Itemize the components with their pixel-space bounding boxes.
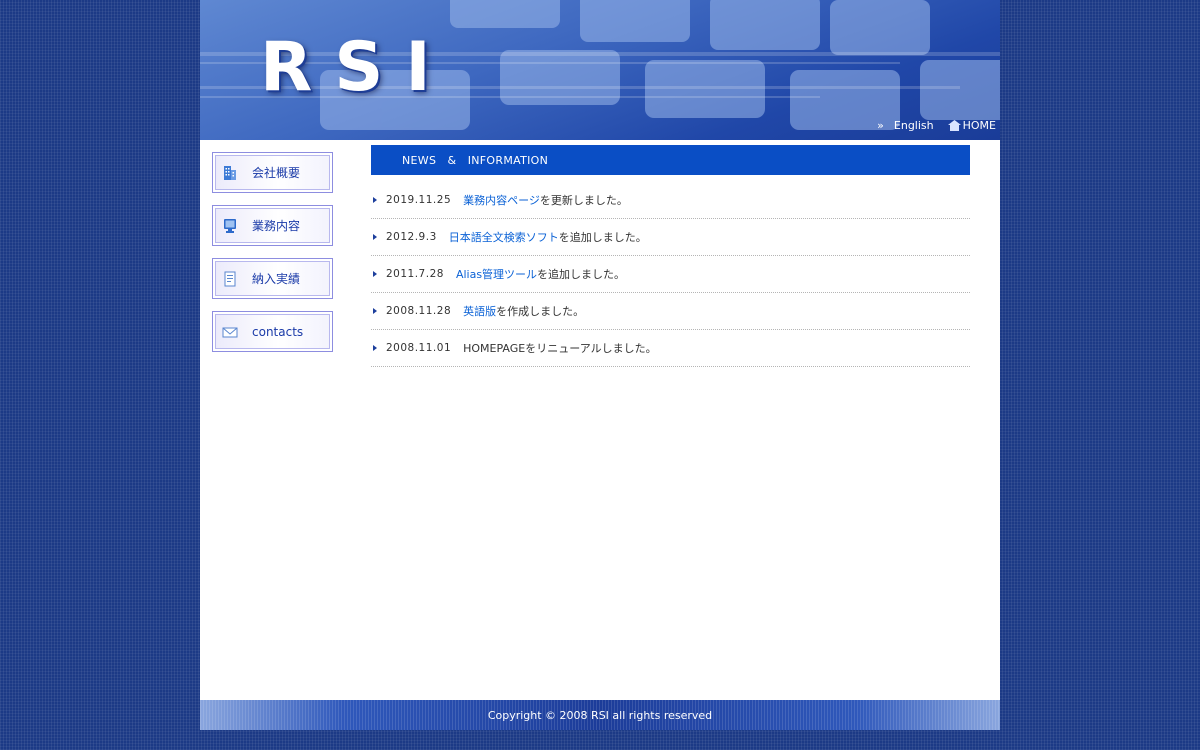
news-text: を更新しました。 [539, 194, 628, 207]
nav-label: 納入実績 [252, 272, 301, 286]
header-banner: RSI » English HOME [200, 0, 1000, 140]
triangle-bullet-icon [373, 345, 377, 351]
triangle-bullet-icon [373, 234, 377, 240]
news-section: NEWS & INFORMATION 2019.11.25 業務内容ページ を更… [371, 145, 970, 367]
news-list: 2019.11.25 業務内容ページ を更新しました。 2012.9.3 日本語… [371, 182, 970, 367]
news-link[interactable]: 日本語全文検索ソフト [449, 229, 559, 245]
news-date: 2019.11.25 [386, 194, 452, 206]
nav-business-inner: 業務内容 [215, 208, 330, 243]
news-text: を追加しました。 [537, 268, 626, 281]
news-item: 2019.11.25 業務内容ページ を更新しました。 [371, 182, 970, 219]
nav-company-profile[interactable]: 会社概要 [212, 152, 333, 193]
double-chevron-icon: » [877, 119, 884, 132]
copyright-text: Copyright © 2008 RSI all rights reserved [487, 708, 713, 722]
news-header: NEWS & INFORMATION [371, 145, 970, 175]
news-item: 2011.7.28 Alias管理ツール を追加しました。 [371, 256, 970, 293]
top-links: » English HOME [877, 119, 996, 132]
nav-delivery-record[interactable]: 納入実績 [212, 258, 333, 299]
footer: Copyright © 2008 RSI all rights reserved [200, 700, 1000, 730]
rsi-logo: RSI [260, 28, 453, 107]
news-item: 2012.9.3 日本語全文検索ソフト を追加しました。 [371, 219, 970, 256]
news-date: 2011.7.28 [386, 268, 444, 280]
home-link[interactable]: HOME [934, 119, 996, 132]
envelope-icon [222, 327, 238, 337]
home-icon [947, 120, 961, 131]
nav-label: 業務内容 [252, 219, 301, 233]
home-link-label: HOME [962, 119, 996, 132]
news-date: 2008.11.28 [386, 305, 452, 317]
building-icon [224, 165, 236, 180]
monitor-icon [224, 218, 236, 233]
triangle-bullet-icon [373, 308, 377, 314]
triangle-bullet-icon [373, 197, 377, 203]
nav-contacts-inner: contacts [215, 314, 330, 349]
news-date: 2008.11.01 [386, 342, 452, 354]
document-icon [224, 271, 236, 286]
news-date: 2012.9.3 [386, 231, 437, 243]
news-text: HOMEPAGEをリニューアルしました。 [463, 342, 657, 355]
news-link[interactable]: Alias管理ツール [456, 266, 537, 282]
nav-business[interactable]: 業務内容 [212, 205, 333, 246]
page-container: RSI » English HOME 会社概要 業務内容 納入実績 contac… [200, 0, 1000, 750]
nav-label: contacts [252, 324, 304, 339]
news-text: を作成しました。 [496, 305, 585, 318]
nav-company-profile-inner: 会社概要 [215, 155, 330, 190]
news-item: 2008.11.01 HOMEPAGEをリニューアルしました。 [371, 330, 970, 367]
news-link[interactable]: 業務内容ページ [463, 192, 540, 208]
english-link[interactable]: » English [877, 119, 933, 132]
nav-delivery-record-inner: 納入実績 [215, 261, 330, 296]
triangle-bullet-icon [373, 271, 377, 277]
side-navigation: 会社概要 業務内容 納入実績 contacts [212, 152, 333, 364]
english-link-label: English [893, 119, 934, 132]
news-text: を追加しました。 [558, 231, 647, 244]
news-link[interactable]: 英語版 [463, 303, 496, 319]
nav-label: 会社概要 [252, 166, 301, 180]
news-item: 2008.11.28 英語版 を作成しました。 [371, 293, 970, 330]
nav-contacts[interactable]: contacts [212, 311, 333, 352]
main-content: 会社概要 業務内容 納入実績 contacts NEWS & INFORMATI… [200, 140, 1000, 700]
